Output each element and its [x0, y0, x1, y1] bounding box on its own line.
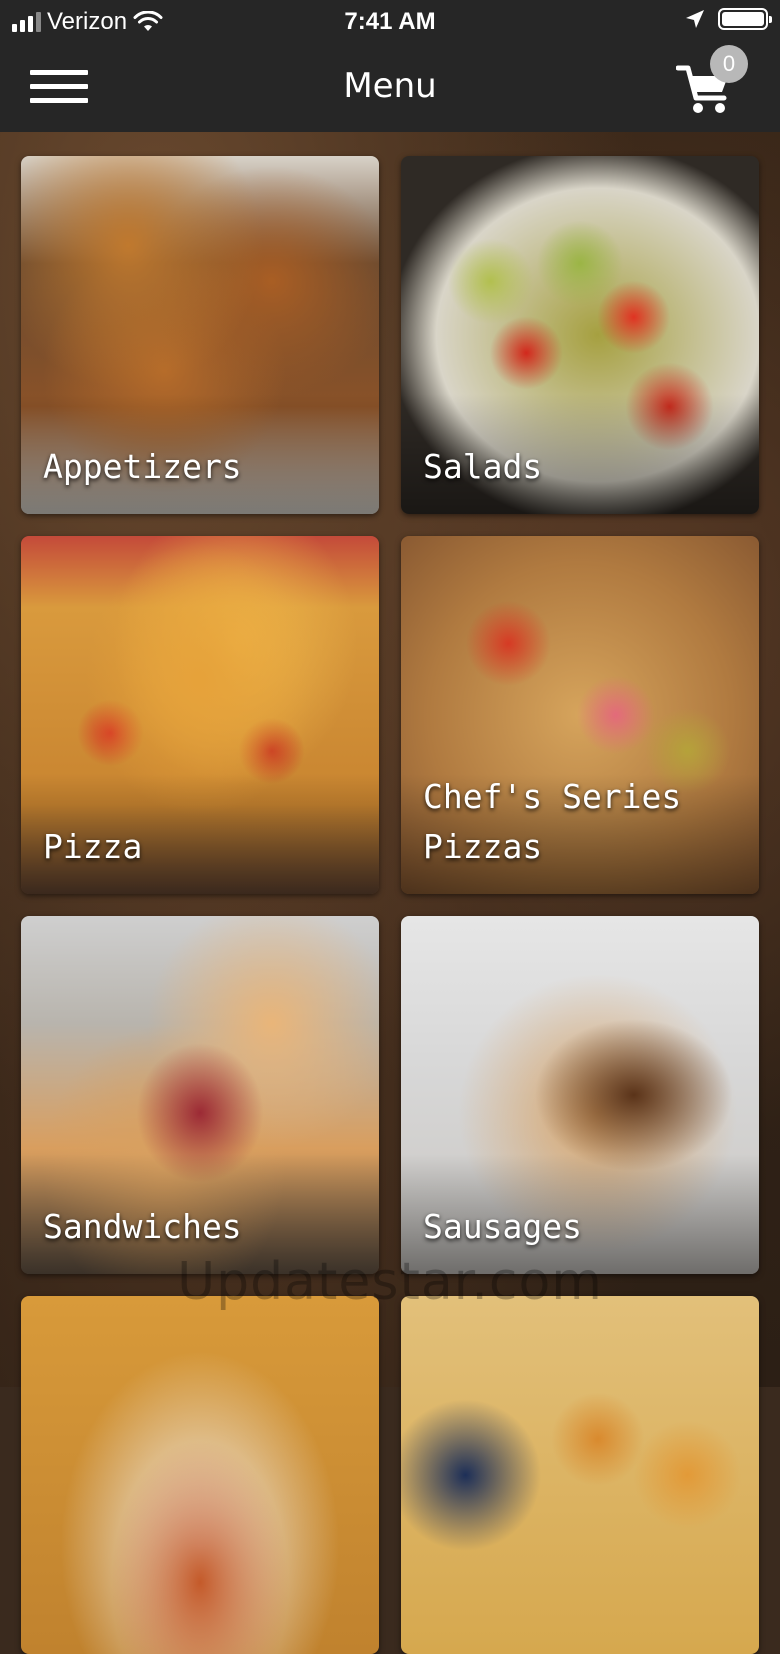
status-right — [684, 8, 772, 30]
status-time: 7:41 AM — [344, 8, 436, 35]
category-label: Appetizers — [43, 447, 242, 486]
category-tile-sausages[interactable]: Sausages — [401, 916, 759, 1274]
category-tile-salads[interactable]: Salads — [401, 156, 759, 514]
status-bar: Verizon 7:41 AM — [0, 0, 780, 44]
category-label: Sausages — [423, 1207, 582, 1246]
category-label: Sandwiches — [43, 1207, 242, 1246]
category-label: Pizza — [43, 827, 143, 866]
page-title: Menu — [343, 66, 437, 106]
category-label: Chef's Series Pizzas — [423, 777, 682, 866]
battery-icon — [718, 8, 772, 30]
category-tile-sandwiches[interactable]: Sandwiches — [21, 916, 379, 1274]
category-tile-pizza[interactable]: Pizza — [21, 536, 379, 894]
location-arrow-icon — [686, 10, 704, 28]
category-tile-chefs-series-pizzas[interactable]: Chef's Series Pizzas — [401, 536, 759, 894]
category-label: Salads — [423, 447, 543, 486]
category-tile[interactable] — [21, 1296, 379, 1654]
category-tile-appetizers[interactable]: Appetizers — [21, 156, 379, 514]
app-bar: Menu 0 — [0, 44, 780, 132]
category-tile[interactable] — [401, 1296, 759, 1654]
cart-count-badge: 0 — [710, 45, 748, 83]
